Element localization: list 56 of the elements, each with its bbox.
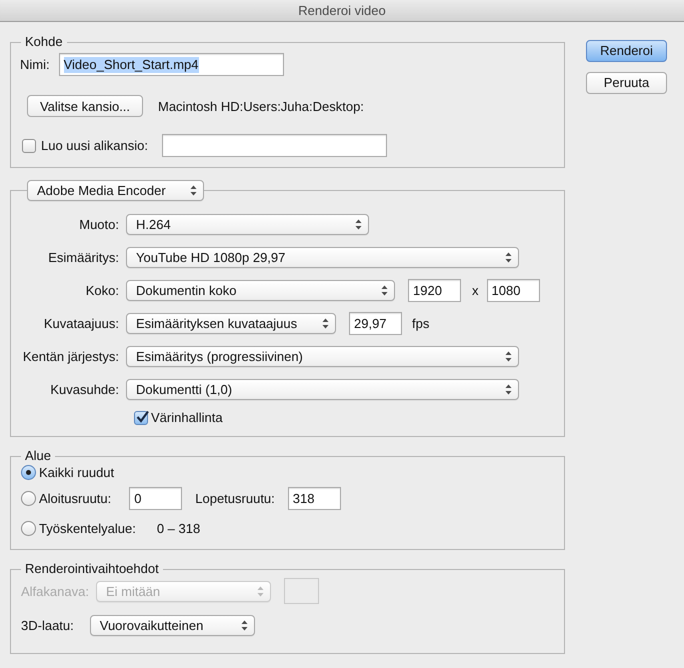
field-label: Kentän järjestys:	[22, 348, 120, 364]
checkbox-label: Luo uusi alikansio:	[41, 138, 148, 154]
popup-button[interactable]: Dokumentin koko	[126, 280, 395, 301]
height-field[interactable]: 1080	[486, 279, 540, 302]
popup-button[interactable]: Esimäärityksen kuvataajuus	[126, 313, 336, 334]
popup-button[interactable]: Adobe Media Encoder	[27, 180, 204, 201]
up-down-arrows-icon	[355, 219, 362, 230]
radio-button[interactable]	[21, 490, 36, 506]
up-down-arrows-icon	[505, 252, 512, 263]
dialog-button[interactable]: Peruuta	[586, 72, 667, 94]
up-down-arrows-icon	[190, 185, 197, 196]
field-label: Muoto:	[78, 216, 120, 232]
popup-button[interactable]: Dokumentti (1,0)	[126, 379, 519, 400]
up-down-arrows-icon	[240, 620, 248, 632]
width-field[interactable]: 1920	[408, 279, 461, 302]
checkbox[interactable]	[22, 138, 36, 153]
unit-label: fps	[412, 316, 430, 332]
up-down-arrows-icon	[505, 351, 512, 362]
dialog-button[interactable]: Renderoi	[586, 40, 667, 62]
up-down-arrows-icon	[505, 384, 512, 395]
frame-rate-field[interactable]: 29,97	[349, 312, 402, 335]
field-label: Kuvataajuus:	[42, 316, 120, 332]
group-title: Alue	[24, 449, 52, 464]
popup-button[interactable]: Esimääritys (progressiivinen)	[126, 346, 519, 367]
popup-button[interactable]: YouTube HD 1080p 29,97	[126, 247, 519, 268]
range-value: 0 – 318	[156, 520, 200, 536]
folder-path: Macintosh HD:Users:Juha:Desktop:	[158, 98, 364, 114]
radio-button[interactable]	[21, 464, 36, 480]
checkbox[interactable]	[134, 411, 148, 425]
window-title: Renderoi video	[298, 2, 386, 18]
field-label: Nimi:	[20, 57, 50, 73]
times-sign: x	[472, 282, 478, 298]
popup-button[interactable]: H.264	[126, 214, 369, 235]
radio-button[interactable]	[21, 520, 36, 536]
popup-button[interactable]: Vuorovaikutteinen	[90, 615, 255, 636]
field-label: Alfakanava:	[21, 584, 89, 600]
up-down-arrows-icon	[322, 318, 329, 329]
radio-label: Kaikki ruudut	[39, 464, 114, 480]
end-frame-field[interactable]: 318	[288, 486, 341, 510]
group-title: Renderointivaihtoehdot	[24, 562, 160, 576]
color-swatch[interactable]	[284, 578, 319, 604]
field-label: Kuvasuhde:	[49, 382, 120, 398]
choose-folder-button[interactable]: Valitse kansio...	[27, 95, 143, 118]
checkbox-label: Värinhallinta	[151, 410, 223, 426]
radio-label: Aloitusruutu:	[39, 490, 112, 506]
field-label: 3D-laatu:	[21, 618, 74, 634]
start-frame-field[interactable]: 0	[129, 486, 182, 510]
up-down-arrows-icon	[256, 586, 264, 597]
field-label: Esimääritys:	[47, 250, 120, 266]
subfolder-field[interactable]	[162, 134, 387, 158]
group-title: Kohde	[24, 35, 64, 50]
up-down-arrows-icon	[381, 285, 388, 296]
radio-label: Työskentelyalue:	[39, 520, 136, 536]
field-label: Koko:	[84, 282, 120, 298]
field-label: Lopetusruutu:	[195, 490, 275, 506]
name-field[interactable]: Video_Short_Start.mp4	[58, 53, 284, 76]
